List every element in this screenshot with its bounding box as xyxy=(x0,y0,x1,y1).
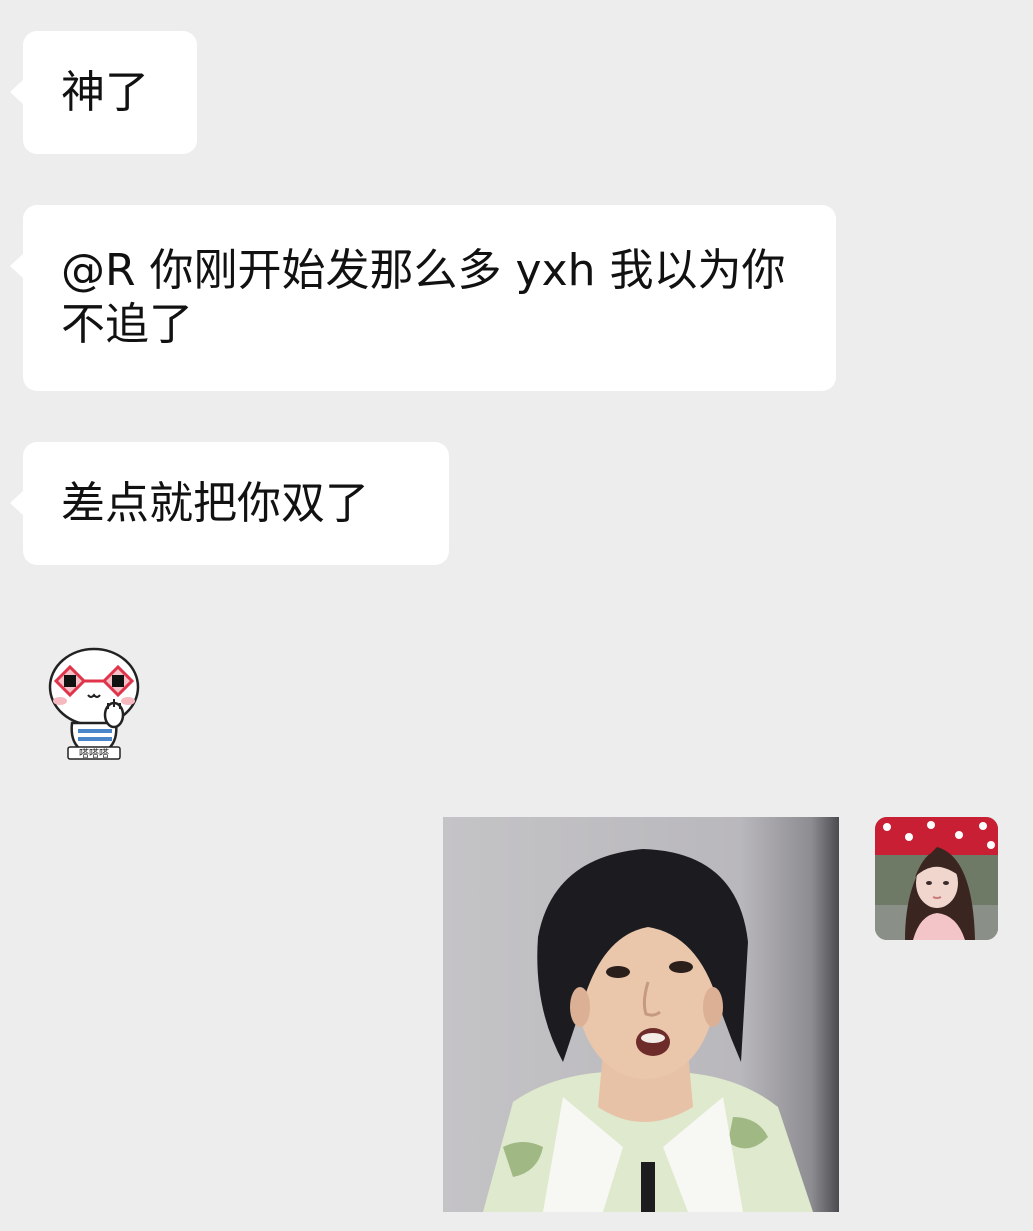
sticker-caption: 嗒嗒嗒 xyxy=(79,748,109,760)
message-bubble[interactable]: 神了 xyxy=(10,31,197,154)
message-bubble[interactable]: @R 你刚开始发那么多 yxh 我以为你不追了 xyxy=(10,205,836,391)
user-avatar[interactable] xyxy=(875,817,998,940)
message-text: 神了 xyxy=(61,67,149,118)
cartoon-sticker-icon[interactable]: 嗒嗒嗒 xyxy=(38,643,150,763)
avatar-photo xyxy=(875,817,998,940)
image-message[interactable] xyxy=(443,817,839,1212)
message-bubble[interactable]: 差点就把你双了 xyxy=(10,442,449,565)
message-text: 差点就把你双了 xyxy=(61,478,369,529)
surprised-face-photo xyxy=(443,817,839,1212)
message-text: @R 你刚开始发那么多 yxh 我以为你不追了 xyxy=(61,245,786,350)
